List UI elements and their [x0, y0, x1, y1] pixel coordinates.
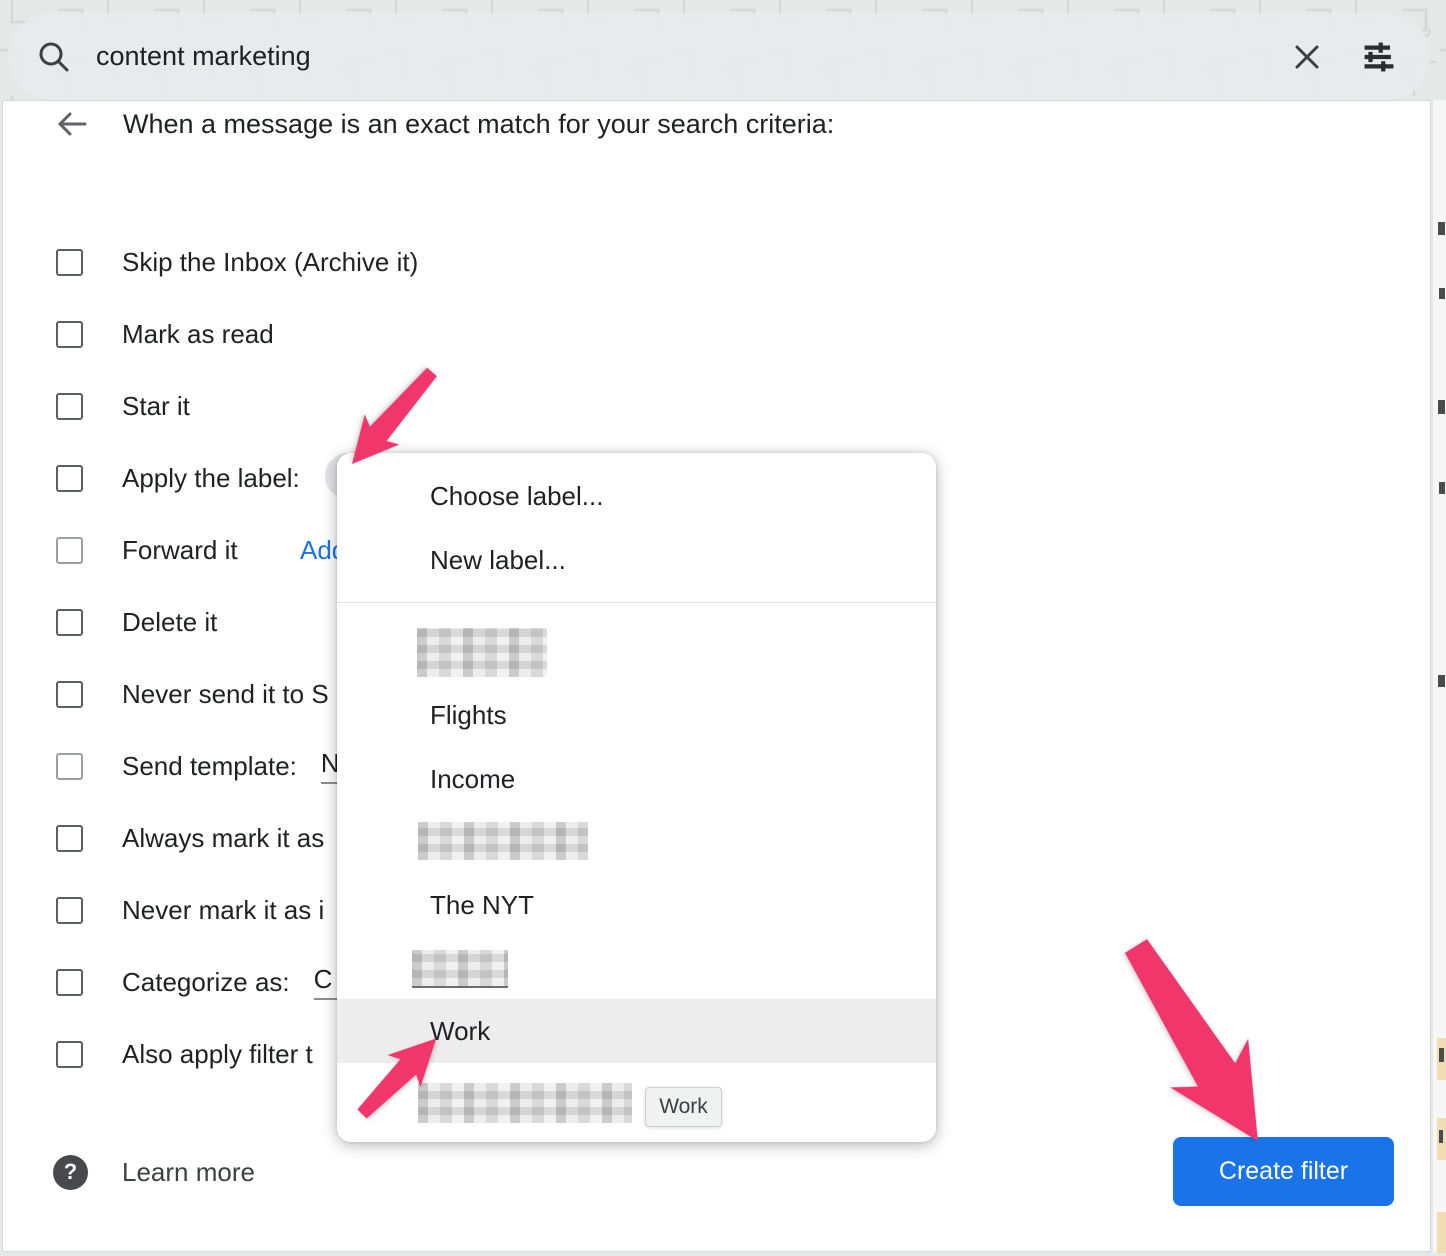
learn-more-link[interactable]: ? Learn more [53, 1149, 255, 1195]
checkbox-send-template[interactable] [56, 753, 83, 780]
checkbox-mark-read[interactable] [56, 321, 83, 348]
menu-item-choose-label[interactable]: Choose label... [337, 467, 936, 525]
option-label: Apply the label: [122, 463, 300, 494]
clear-search-icon[interactable] [1290, 40, 1324, 74]
label-item-flights[interactable]: Flights [337, 686, 936, 744]
option-label: Mark as read [122, 319, 274, 350]
search-options-icon[interactable] [1362, 40, 1396, 74]
search-bar[interactable]: content marketing [8, 13, 1430, 100]
filter-option-row: Also apply filter t [56, 1018, 313, 1090]
edge-strip [1433, 100, 1446, 1253]
menu-item-new-label[interactable]: New label... [337, 531, 936, 589]
option-label: Delete it [122, 607, 217, 638]
create-filter-button[interactable]: Create filter [1173, 1137, 1394, 1206]
checkbox-always-important[interactable] [56, 825, 83, 852]
option-label: Skip the Inbox (Archive it) [122, 247, 418, 278]
redacted-label-4[interactable] [418, 1083, 632, 1123]
filter-option-row: Delete it [56, 586, 217, 658]
checkbox-apply-label[interactable] [56, 465, 83, 492]
filter-option-row: Send template: N [56, 730, 350, 802]
search-input[interactable]: content marketing [96, 41, 1290, 72]
filter-option-row: Star it [56, 370, 190, 442]
checkbox-star-it[interactable] [56, 393, 83, 420]
label-menu: Choose label... New label... Flights Inc… [337, 453, 936, 1142]
option-label: Never mark it as i [122, 895, 324, 926]
option-label: Also apply filter t [122, 1039, 313, 1070]
filter-option-row: Never send it to S [56, 658, 329, 730]
work-tooltip: Work [645, 1087, 722, 1127]
option-label: Categorize as: [122, 967, 290, 998]
search-icon [36, 39, 72, 75]
checkbox-forward-it[interactable] [56, 537, 83, 564]
filter-option-row: Skip the Inbox (Archive it) [56, 226, 418, 298]
redacted-label-3[interactable] [412, 950, 508, 988]
back-arrow-icon[interactable] [53, 105, 91, 143]
page-title: When a message is an exact match for you… [123, 109, 834, 140]
option-label: Forward it [122, 535, 238, 566]
checkbox-categorize[interactable] [56, 969, 83, 996]
label-item-income[interactable]: Income [337, 750, 936, 808]
menu-divider [337, 602, 936, 603]
label-item-work[interactable]: Work [337, 999, 936, 1063]
option-label: Never send it to S [122, 679, 329, 710]
redacted-label-2[interactable] [418, 822, 588, 860]
checkbox-never-spam[interactable] [56, 681, 83, 708]
checkbox-skip-inbox[interactable] [56, 249, 83, 276]
checkbox-also-apply[interactable] [56, 1041, 83, 1068]
filter-option-row: Forward it Add [56, 514, 238, 586]
label-item-the-nyt[interactable]: The NYT [337, 876, 936, 934]
option-label: Send template: [122, 751, 297, 782]
option-label: Always mark it as [122, 823, 324, 854]
redacted-label-1[interactable] [417, 628, 547, 677]
checkbox-delete-it[interactable] [56, 609, 83, 636]
filter-option-row: Apply the label: [56, 442, 300, 514]
checkbox-never-important[interactable] [56, 897, 83, 924]
learn-more-label: Learn more [122, 1157, 255, 1188]
option-label: Star it [122, 391, 190, 422]
filter-option-row: Categorize as: C [56, 946, 342, 1018]
filter-option-row: Always mark it as [56, 802, 324, 874]
help-icon: ? [53, 1155, 88, 1190]
filter-option-row: Never mark it as i [56, 874, 324, 946]
filter-option-row: Mark as read [56, 298, 274, 370]
